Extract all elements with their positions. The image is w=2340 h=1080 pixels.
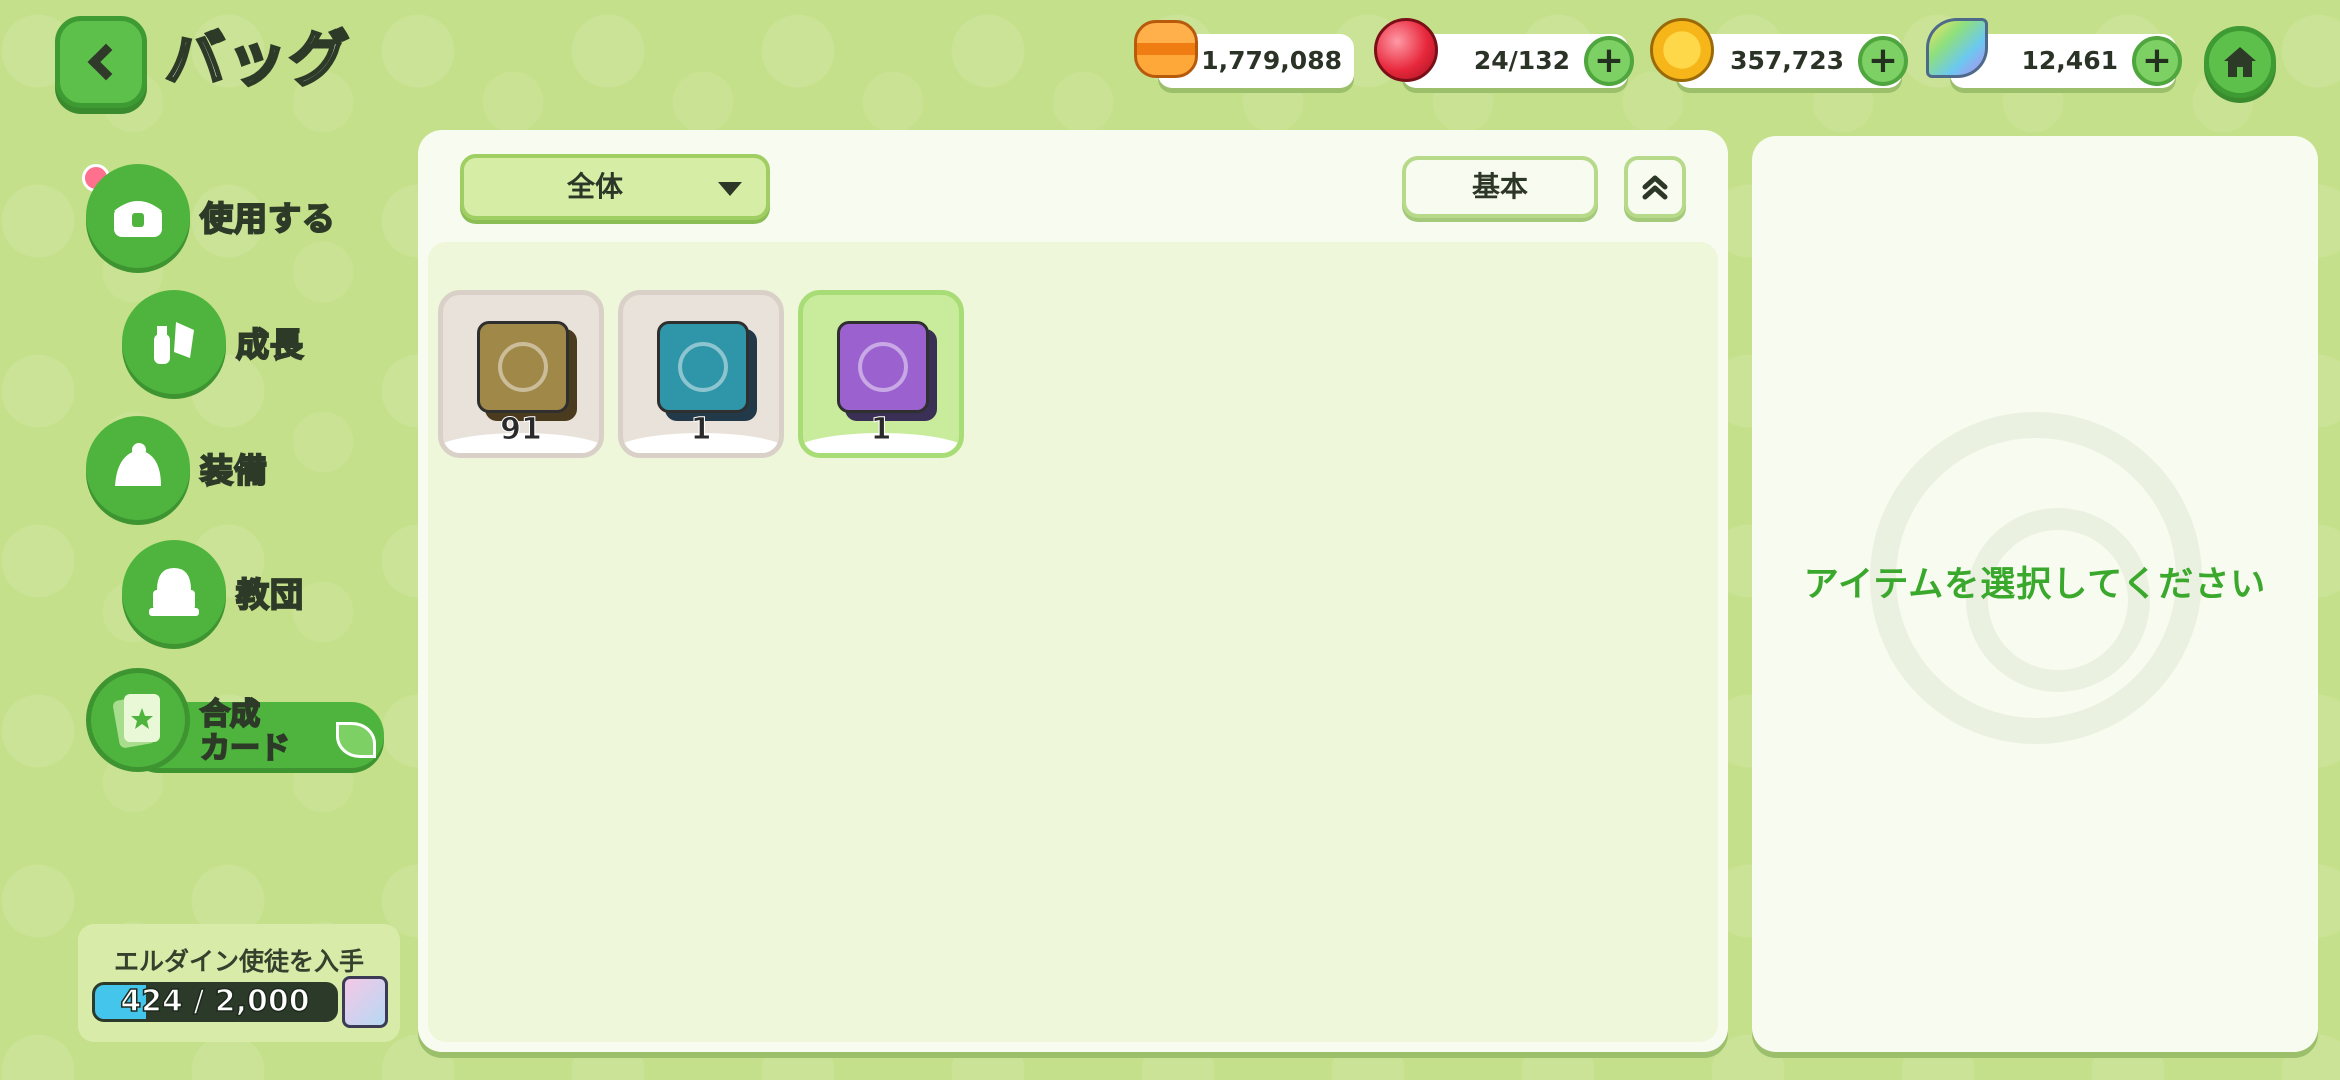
rainbow-leaf-icon xyxy=(1926,18,1988,78)
temple-icon xyxy=(122,540,226,644)
sidebar-item-label: 使用する xyxy=(199,198,336,239)
inventory-panel: 全体 基本 91 1 1 xyxy=(418,130,1728,1052)
sort-button[interactable]: 基本 xyxy=(1402,156,1598,218)
stamina-value: 24/132 xyxy=(1473,46,1570,75)
macaron-value: 1,779,088 xyxy=(1201,46,1342,75)
sidebar-item-label: 装備 xyxy=(199,450,268,491)
sidebar-item-label: 教団 xyxy=(235,574,304,615)
item-slot[interactable]: 91 xyxy=(438,290,604,458)
sidebar-item-label: 成長 xyxy=(235,324,304,365)
apostle-progress-panel[interactable]: エルダイン使徒を入手 424 / 2,000 xyxy=(78,924,400,1042)
dropdown-arrow-icon xyxy=(718,182,742,196)
item-slot[interactable]: 1 xyxy=(798,290,964,458)
sidebar-item-order[interactable]: 教団 xyxy=(122,540,304,644)
item-quantity: 91 xyxy=(500,412,543,448)
treasure-chest-icon xyxy=(86,164,190,268)
red-gem-icon xyxy=(1374,18,1438,82)
select-item-hint: アイテムを選択してください xyxy=(1803,565,2267,605)
page-title: バッグ xyxy=(164,24,351,97)
emblem-icon xyxy=(858,342,908,392)
macaron-icon xyxy=(1134,20,1198,78)
sort-order-button[interactable] xyxy=(1624,156,1686,218)
card-pack-icon xyxy=(342,976,388,1028)
sidebar-item-use[interactable]: 使用する xyxy=(86,164,336,268)
stamina-currency: 24/132 + xyxy=(1374,18,1634,88)
item-slot[interactable]: 1 xyxy=(618,290,784,458)
add-crystal-button[interactable]: + xyxy=(2132,36,2182,86)
item-quantity: 1 xyxy=(690,412,712,448)
item-detail-panel: アイテムを選択してください xyxy=(1752,136,2318,1052)
emblem-icon xyxy=(678,342,728,392)
potion-crystal-icon xyxy=(122,290,226,394)
bell-hat-icon xyxy=(86,416,190,520)
crystal-value: 12,461 xyxy=(2021,46,2118,75)
progress-text: 424 / 2,000 xyxy=(120,984,311,1019)
synthesis-card-icon xyxy=(837,321,929,413)
sidebar-item-growth[interactable]: 成長 xyxy=(122,290,304,394)
category-filter-dropdown[interactable]: 全体 xyxy=(460,154,770,220)
chevron-left-icon xyxy=(87,43,125,81)
add-stamina-button[interactable]: + xyxy=(1584,36,1634,86)
sidebar-item-synthesis-card[interactable]: 合成 カード xyxy=(86,668,384,772)
macaron-currency: 1,779,088 xyxy=(1134,20,1354,88)
gold-value: 357,723 xyxy=(1730,46,1844,75)
filter-value: 全体 xyxy=(566,170,623,203)
card-icon xyxy=(86,668,190,772)
sidebar-item-label: 合成 カード xyxy=(199,697,291,767)
synthesis-card-icon xyxy=(477,321,569,413)
home-button[interactable] xyxy=(2204,26,2276,98)
back-button[interactable] xyxy=(55,16,147,108)
double-chevron-up-icon xyxy=(1642,175,1668,200)
crystal-currency: 12,461 + xyxy=(1926,18,2182,88)
gold-coin-icon xyxy=(1650,18,1714,82)
home-icon xyxy=(2224,47,2256,77)
gold-currency: 357,723 + xyxy=(1650,18,1908,88)
sidebar-item-equipment[interactable]: 装備 xyxy=(86,416,268,520)
emblem-icon xyxy=(498,342,548,392)
add-gold-button[interactable]: + xyxy=(1858,36,1908,86)
item-quantity: 1 xyxy=(870,412,892,448)
progress-title: エルダイン使徒を入手 xyxy=(113,947,364,976)
progress-bar: 424 / 2,000 xyxy=(92,982,338,1022)
synthesis-card-icon xyxy=(657,321,749,413)
